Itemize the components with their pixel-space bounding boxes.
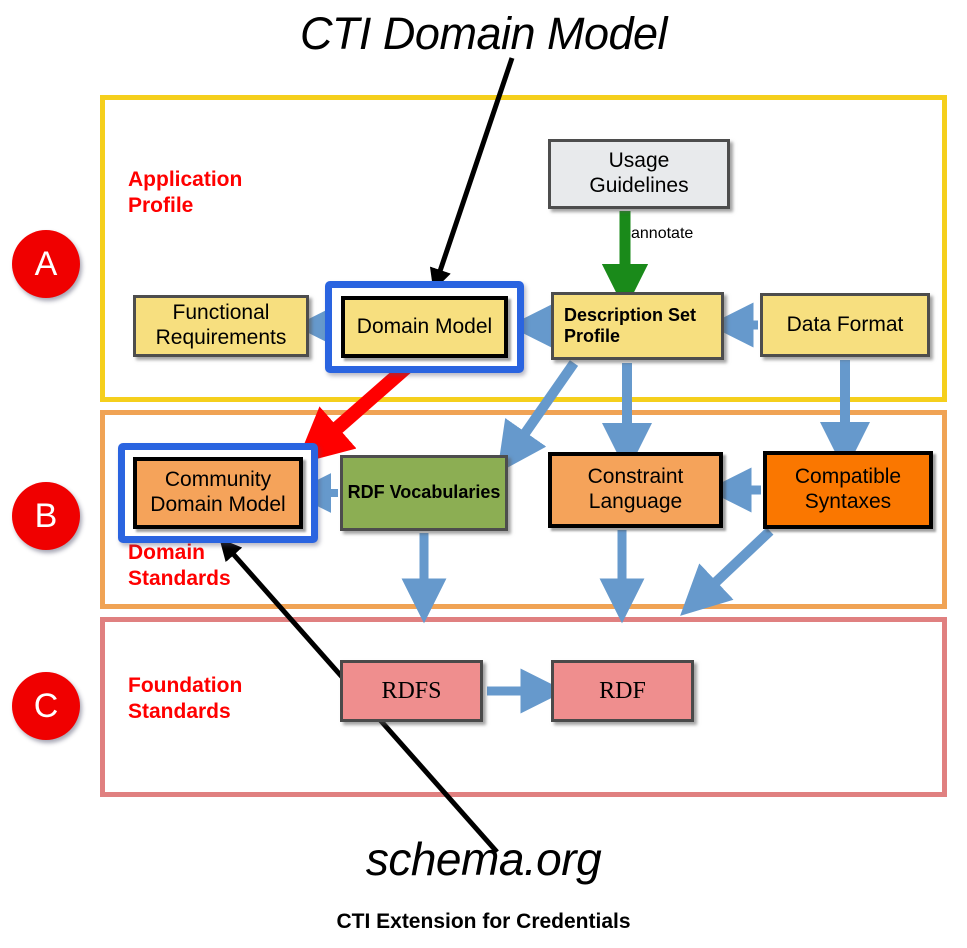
node-rdf[interactable]: RDF bbox=[551, 660, 694, 722]
node-functional-requirements[interactable]: Functional Requirements bbox=[133, 295, 309, 357]
annotation-schemaorg: schema.org bbox=[365, 833, 602, 885]
badge-c: C bbox=[12, 672, 80, 740]
badge-b: B bbox=[12, 482, 80, 550]
badge-a: A bbox=[12, 230, 80, 298]
figure-caption: CTI Extension for Credentials bbox=[336, 910, 631, 933]
node-data-format[interactable]: Data Format bbox=[760, 293, 930, 357]
node-description-set-profile[interactable]: Description Set Profile bbox=[551, 292, 724, 360]
node-rdf-vocabularies[interactable]: RDF Vocabularies bbox=[340, 455, 508, 531]
edge-label-annotate: annotate bbox=[631, 225, 694, 242]
section-label-application-profile: Application Profile bbox=[128, 168, 243, 218]
section-label-domain-standards: Domain Standards bbox=[128, 541, 231, 591]
node-rdfs[interactable]: RDFS bbox=[340, 660, 483, 722]
node-domain-model[interactable]: Domain Model bbox=[341, 296, 508, 358]
diagram-canvas: CTI Domain Model Application Profile Dom… bbox=[0, 0, 967, 948]
node-usage-guidelines[interactable]: Usage Guidelines bbox=[548, 139, 730, 209]
node-constraint-language[interactable]: Constraint Language bbox=[548, 452, 723, 528]
node-community-domain-model[interactable]: Community Domain Model bbox=[133, 457, 303, 529]
page-title: CTI Domain Model bbox=[299, 8, 668, 59]
section-label-foundation-standards: Foundation Standards bbox=[128, 674, 243, 724]
node-compatible-syntaxes[interactable]: Compatible Syntaxes bbox=[763, 451, 933, 529]
